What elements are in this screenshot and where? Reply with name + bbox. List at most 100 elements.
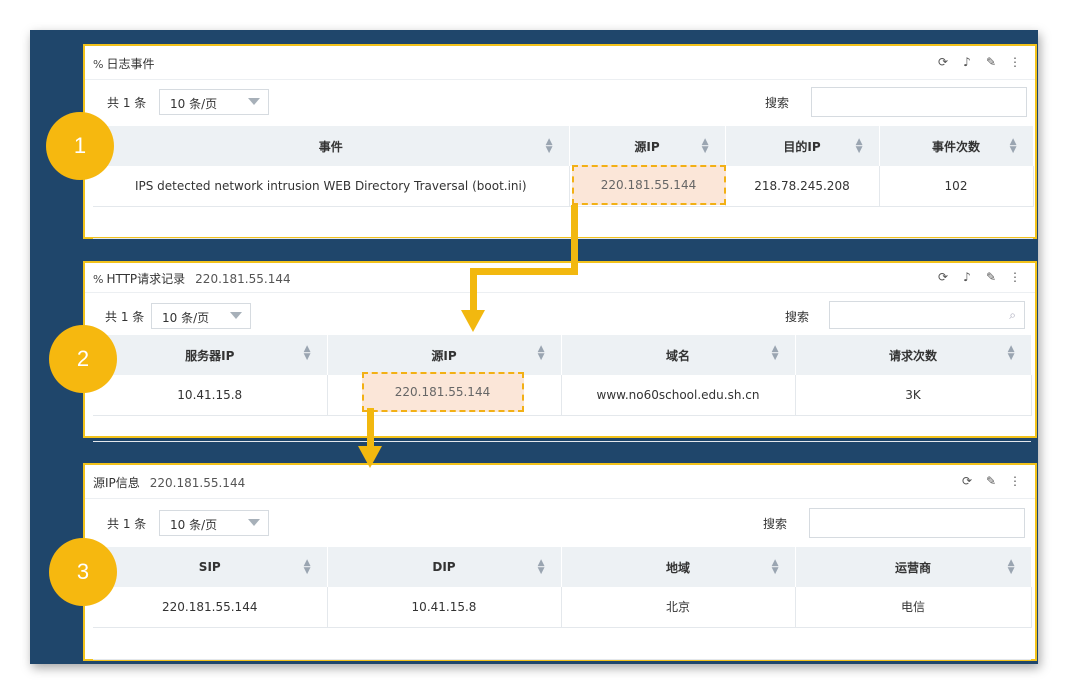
- search-input[interactable]: [809, 508, 1025, 538]
- sort-icon[interactable]: ▲ ▼: [538, 559, 545, 576]
- search-input[interactable]: ⌕: [829, 301, 1025, 329]
- column-label: 目的IP: [783, 139, 821, 154]
- table-cell: 北京: [561, 587, 796, 628]
- table-cell: [93, 627, 1031, 660]
- search-input[interactable]: [811, 87, 1027, 117]
- sort-icon[interactable]: ▲ ▼: [1010, 138, 1017, 155]
- empty-row: [93, 206, 1033, 239]
- connector-line: [571, 205, 578, 275]
- table-row[interactable]: 220.181.55.144 10.41.15.8 北京 电信: [93, 587, 1032, 628]
- pencil-icon[interactable]: ✎: [985, 270, 997, 284]
- step-badge-2: 2: [49, 325, 117, 393]
- table-cell: 电信: [795, 587, 1032, 628]
- column-label: 事件: [318, 139, 343, 154]
- table-cell: www.no60school.edu.sh.cn: [561, 375, 796, 416]
- refresh-icon[interactable]: ⟳: [937, 55, 949, 69]
- highlighted-cell: 220.181.55.144: [327, 372, 562, 416]
- column-header[interactable]: 请求次数 ▲ ▼: [795, 335, 1032, 375]
- panel-header: 源IP信息 220.181.55.144 ⟳ ✎ ⋮: [85, 465, 1035, 499]
- column-label: 源IP: [431, 348, 457, 363]
- panel-tools: ⟳ ♪ ✎ ⋮: [937, 55, 1021, 69]
- table-row[interactable]: IPS detected network intrusion WEB Direc…: [93, 165, 1034, 207]
- bell-icon[interactable]: ♪: [961, 270, 973, 284]
- connector-line: [470, 268, 578, 275]
- refresh-icon[interactable]: ⟳: [937, 270, 949, 284]
- page-size-select[interactable]: 10 条/页: [151, 303, 251, 329]
- sort-icon[interactable]: ▲ ▼: [702, 138, 709, 155]
- pencil-icon[interactable]: ✎: [985, 55, 997, 69]
- panel-title-text: 日志事件: [106, 57, 155, 71]
- events-table: 事件 ▲ ▼ 源IP ▲ ▼ 目的IP ▲ ▼ 事件次数 ▲ ▼ IPS detected ne…: [93, 126, 1034, 239]
- source-ip-table: SIP ▲ ▼ DIP ▲ ▼ 地域 ▲ ▼ 运营商 ▲ ▼ 220.181.55.144 10…: [93, 547, 1032, 660]
- panel-subtitle: 220.181.55.144: [195, 272, 291, 286]
- column-label: 事件次数: [931, 139, 980, 154]
- column-header[interactable]: 地域 ▲ ▼: [561, 547, 796, 587]
- step-badge-1: 1: [46, 112, 114, 180]
- http-table: 服务器IP ▲ ▼ 源IP ▲ ▼ 域名 ▲ ▼ 请求次数 ▲ ▼ 10.41.15.8 220…: [93, 335, 1032, 442]
- sort-icon[interactable]: ▲ ▼: [772, 345, 779, 362]
- panel-header: % 日志事件 ⟳ ♪ ✎ ⋮: [85, 46, 1035, 80]
- column-header[interactable]: 目的IP ▲ ▼: [725, 126, 880, 166]
- column-label: SIP: [198, 560, 221, 574]
- refresh-icon[interactable]: ⟳: [961, 474, 973, 488]
- search-icon[interactable]: ⌕: [1009, 308, 1016, 323]
- source-ip-info-panel: 源IP信息 220.181.55.144 ⟳ ✎ ⋮ 共 1 条 10 条/页 搜…: [83, 463, 1037, 661]
- table-cell: IPS detected network intrusion WEB Direc…: [93, 166, 570, 207]
- page-size-value: 10 条/页: [170, 518, 218, 532]
- panel-title-text: 源IP信息: [93, 476, 140, 490]
- bell-icon[interactable]: ♪: [961, 55, 973, 69]
- column-label: 运营商: [894, 560, 931, 575]
- column-header[interactable]: 服务器IP ▲ ▼: [93, 335, 328, 375]
- column-header[interactable]: SIP ▲ ▼: [93, 547, 328, 587]
- caret-down-icon: [230, 312, 242, 319]
- pencil-icon[interactable]: ✎: [985, 474, 997, 488]
- table-header-row: 服务器IP ▲ ▼ 源IP ▲ ▼ 域名 ▲ ▼ 请求次数 ▲ ▼: [93, 335, 1032, 375]
- column-header[interactable]: 源IP ▲ ▼: [327, 335, 562, 375]
- panel-title: % 日志事件: [93, 55, 154, 72]
- more-vertical-icon[interactable]: ⋮: [1009, 55, 1021, 69]
- sort-icon[interactable]: ▲ ▼: [538, 345, 545, 362]
- panel-title-text: HTTP请求记录: [106, 272, 186, 286]
- empty-row: [93, 415, 1031, 442]
- highlighted-cell: 220.181.55.144: [569, 165, 726, 207]
- column-label: 服务器IP: [185, 348, 235, 363]
- page-size-value: 10 条/页: [170, 97, 218, 111]
- column-header[interactable]: 域名 ▲ ▼: [561, 335, 796, 375]
- page-size-select[interactable]: 10 条/页: [159, 510, 269, 536]
- log-events-panel: % 日志事件 ⟳ ♪ ✎ ⋮ 共 1 条 10 条/页 搜索 事件 ▲ ▼ 源IP ▲ ▼…: [83, 44, 1037, 239]
- link-icon: %: [93, 273, 104, 286]
- caret-down-icon: [248, 519, 260, 526]
- sort-icon[interactable]: ▲ ▼: [546, 138, 553, 155]
- sort-icon[interactable]: ▲ ▼: [772, 559, 779, 576]
- search-label: 搜索: [785, 310, 810, 324]
- table-cell: 3K: [795, 375, 1032, 416]
- sort-icon[interactable]: ▲ ▼: [304, 559, 311, 576]
- table-row[interactable]: 10.41.15.8 220.181.55.144 www.no60school…: [93, 372, 1032, 416]
- arrow-down-icon: [461, 310, 485, 332]
- sort-icon[interactable]: ▲ ▼: [856, 138, 863, 155]
- table-cell: [93, 206, 1033, 239]
- sort-icon[interactable]: ▲ ▼: [1008, 345, 1015, 362]
- column-header[interactable]: 运营商 ▲ ▼: [795, 547, 1032, 587]
- table-cell: [93, 415, 1031, 442]
- column-label: DIP: [432, 560, 456, 574]
- page-size-select[interactable]: 10 条/页: [159, 89, 269, 115]
- column-label: 源IP: [634, 139, 660, 154]
- more-vertical-icon[interactable]: ⋮: [1009, 474, 1021, 488]
- column-header[interactable]: 事件 ▲ ▼: [93, 126, 570, 166]
- column-header[interactable]: 事件次数 ▲ ▼: [879, 126, 1034, 166]
- sort-icon[interactable]: ▲ ▼: [304, 345, 311, 362]
- link-icon: %: [93, 58, 104, 71]
- panel-title: 源IP信息 220.181.55.144: [93, 474, 245, 491]
- connector-line: [470, 268, 477, 314]
- table-cell: 10.41.15.8: [93, 375, 328, 416]
- column-header[interactable]: DIP ▲ ▼: [327, 547, 562, 587]
- sort-icon[interactable]: ▲ ▼: [1008, 559, 1015, 576]
- more-vertical-icon[interactable]: ⋮: [1009, 270, 1021, 284]
- panel-tools: ⟳ ♪ ✎ ⋮: [937, 270, 1021, 284]
- table-header-row: SIP ▲ ▼ DIP ▲ ▼ 地域 ▲ ▼ 运营商 ▲ ▼: [93, 547, 1032, 587]
- column-header[interactable]: 源IP ▲ ▼: [569, 126, 726, 166]
- search-label: 搜索: [763, 517, 788, 531]
- table-cell: 10.41.15.8: [327, 587, 562, 628]
- table-cell: 220.181.55.144: [93, 587, 328, 628]
